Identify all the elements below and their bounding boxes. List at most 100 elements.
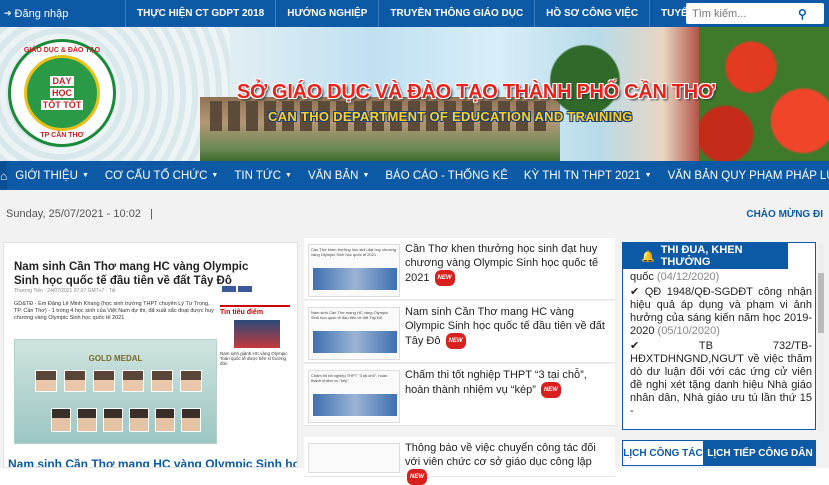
gold-medal-label: GOLD MEDAL [88,354,143,363]
nav-co-cau-to-chuc[interactable]: CƠ CẤU TỔ CHỨC ▼ [97,170,226,182]
nav-label: BÁO CÁO - THỐNG KÊ [385,169,508,182]
news-thumbnail-text: Chấm thi tốt nghiệp THPT "3 tại chỗ", ho… [311,373,388,383]
featured-article-summary: GD&TĐ - Em Đặng Lê Minh Khang (học sinh … [14,301,214,321]
news-thumbnail[interactable]: Nam sinh Cần Thơ mang HC vàng Olympic Si… [308,307,400,360]
logo-text-tot: TỐT TỐT [40,100,84,110]
facebook-share-icon[interactable] [238,286,252,292]
caret-down-icon: ▼ [81,172,89,179]
search-box: ⚲ [686,3,824,24]
top-link-gdpt-2018[interactable]: THỰC HIỆN CT GDPT 2018 [125,0,275,27]
nav-label: CƠ CẤU TỔ CHỨC [104,169,208,182]
featured-side-text: Nam sinh giành HC vàng Olympic Toán quốc… [220,351,288,366]
share-buttons[interactable] [222,286,252,292]
tdkt-title: THI ĐUA, KHEN THƯỞNG [660,244,743,268]
nav-tin-tuc[interactable]: TIN TỨC ▼ [226,170,300,182]
featured-side-image [234,320,280,348]
news-title[interactable]: Thông báo về việc chuyển công tác đối vớ… [405,441,610,485]
news-item[interactable]: Chấm thi tốt nghiệp THPT "3 tại chỗ", ho… [304,364,615,426]
tdkt-item-text: ✔ TB 732/TB-HĐXTDHNGND,NGƯT về việc thăm… [630,340,812,417]
student-photos-row2 [51,408,201,432]
news-title-text: Thông báo về việc chuyển công tác đối vớ… [405,442,596,468]
tdkt-item[interactable]: ✔ QĐ 1948/QĐ-SGDĐT công nhận hiệu quả áp… [630,286,812,338]
tab-lich-tiep-cong-dan[interactable]: LỊCH TIẾP CÔNG DÂN [704,440,816,466]
site-title-en: CAN THO DEPARTMENT OF EDUCATION AND TRAI… [268,109,633,124]
nav-ky-thi-tn-thpt-2021[interactable]: KỲ THI TN THPT 2021 ▼ [516,170,660,182]
news-title-text: Nam sinh Cần Thơ mang HC vàng Olympic Si… [405,306,605,347]
featured-side-heading: Tin tiêu điểm [220,309,264,316]
news-item[interactable]: Thông báo về việc chuyển công tác đối vớ… [304,437,615,485]
featured-side-box: Tin tiêu điểm Nam sinh giành HC vàng Oly… [220,305,290,366]
news-title-text: Cần Thơ khen thưởng học sinh đạt huy chư… [405,243,599,284]
top-bar: ➔ Đăng nhập THỰC HIỆN CT GDPT 2018 HƯỚNG… [0,0,829,27]
header-banner: GIÁO DỤC & ĐÀO TẠO DẠY HỌC TỐT TỐT TP CẦ… [0,27,829,161]
search-icon[interactable]: ⚲ [798,7,807,21]
login-icon: ➔ [4,8,12,18]
search-input[interactable] [686,7,798,20]
top-nav: THỰC HIỆN CT GDPT 2018 HƯỚNG NGHIỆP TRUY… [125,0,747,27]
tdkt-item-date: (04/12/2020) [656,271,720,283]
nav-van-ban-qppl[interactable]: VĂN BẢN QUY PHẠM PHÁP LUẬT▼ [660,170,829,182]
news-item[interactable]: Nam sinh Cần Thơ mang HC vàng Olympic Si… [304,301,615,363]
nav-label: TIN TỨC [234,169,282,182]
login-link[interactable]: ➔ Đăng nhập [0,8,125,20]
featured-article-caption[interactable]: Nam sinh Cần Thơ mang HC vàng Olympic Si… [4,453,297,467]
tdkt-item[interactable]: quốc (04/12/2020) [630,271,812,284]
tdkt-item[interactable]: ✔ TB 732/TB-HĐXTDHNGND,NGƯT về việc thăm… [630,340,812,418]
news-title[interactable]: Chấm thi tốt nghiệp THPT “3 tại chỗ”, ho… [405,368,610,398]
tdkt-list: quốc (04/12/2020) ✔ QĐ 1948/QĐ-SGDĐT côn… [630,271,812,420]
nav-van-ban[interactable]: VĂN BẢN ▼ [300,170,377,182]
nav-label: VĂN BẢN [307,169,359,182]
caret-down-icon: ▼ [285,172,292,179]
featured-gold-medal-image[interactable]: GOLD MEDAL [14,339,217,444]
caret-down-icon: ▼ [362,172,370,179]
nav-label: GIỚI THIỆU [15,169,78,182]
bell-icon: 🔔 [641,250,655,263]
nav-label: VĂN BẢN QUY PHẠM PHÁP LUẬT [667,169,829,182]
logo-ring-top-text: GIÁO DỤC & ĐÀO TẠO [23,47,101,54]
top-link-truyen-thong[interactable]: TRUYỀN THÔNG GIÁO DỤC [378,0,534,27]
top-link-huong-nghiep[interactable]: HƯỚNG NGHIỆP [275,0,378,27]
date-bar: Sunday, 25/07/2021 - 10:02 | CHÀO MỪNG Đ… [0,190,829,238]
site-title-vn: SỞ GIÁO DỤC VÀ ĐÀO TẠO THÀNH PHỐ CẦN THƠ [237,81,715,103]
student-photos-row1 [35,370,202,392]
nav-gioi-thieu[interactable]: GIỚI THIỆU ▼ [7,170,97,182]
nav-label: KỲ THI TN THPT 2021 [523,169,641,182]
main-nav: ⌂ GIỚI THIỆU ▼ CƠ CẤU TỔ CHỨC ▼ TIN TỨC ▼ V… [0,161,829,190]
news-title[interactable]: Cần Thơ khen thưởng học sinh đạt huy chư… [405,242,610,286]
top-link-ho-so-cong-viec[interactable]: HỒ SƠ CÔNG VIỆC [534,0,649,27]
logo-ring-bottom-text: TP CẦN THƠ [40,132,84,139]
tdkt-scrollbar[interactable] [818,243,824,431]
news-thumbnail[interactable]: Chấm thi tốt nghiệp THPT "3 tại chỗ", ho… [308,370,400,423]
logo-emblem: DẠY HỌC TỐT TỐT [24,55,100,131]
new-badge: NEW [434,270,455,286]
logo-text-day: DẠY [50,76,74,86]
news-thumbnail-text: Nam sinh Cần Thơ mang HC vàng Olympic Si… [311,310,389,320]
tab-lich-cong-tac[interactable]: LỊCH CÔNG TÁC [622,440,704,466]
new-badge: NEW [540,382,561,398]
tdkt-box: 🔔 THI ĐUA, KHEN THƯỞNG quốc (04/12/2020)… [622,242,824,431]
news-thumbnail[interactable]: Cần Thơ khen thưởng học sinh đạt huy chư… [308,244,400,297]
news-item[interactable]: Cần Thơ khen thưởng học sinh đạt huy chư… [304,238,615,300]
news-title[interactable]: Nam sinh Cần Thơ mang HC vàng Olympic Si… [405,305,610,349]
nav-bao-cao-thong-ke[interactable]: BÁO CÁO - THỐNG KÊ [377,170,515,182]
date-separator: | [150,208,153,220]
tdkt-item-date: (05/10/2020) [657,325,720,337]
caret-down-icon: ▼ [211,172,219,179]
featured-article-meta: Thương Tiến · 24/07/2021 07:07 GMT+7 · T… [14,288,116,294]
featured-article[interactable]: Nam sinh Cần Thơ mang HC vàng Olympic Si… [3,242,298,468]
featured-article-title[interactable]: Nam sinh Cần Thơ mang HC vàng Olympic Si… [14,260,274,288]
tdkt-item-text: quốc [630,271,654,283]
logo-text-hoc: HỌC [50,88,74,98]
news-thumbnail-text: Cần Thơ khen thưởng học sinh đạt huy chư… [311,247,396,257]
current-date: Sunday, 25/07/2021 - 10:02 | [6,208,153,220]
scrollbar-thumb[interactable] [818,273,824,333]
date-text: Sunday, 25/07/2021 - 10:02 [6,208,141,220]
news-thumbnail[interactable] [308,443,400,473]
facebook-like-icon[interactable] [222,286,236,292]
content-area: Nam sinh Cần Thơ mang HC vàng Olympic Si… [0,238,829,485]
site-logo[interactable]: GIÁO DỤC & ĐÀO TẠO DẠY HỌC TỐT TỐT TP CẦ… [8,39,116,147]
right-sidebar: 🔔 THI ĐUA, KHEN THƯỞNG quốc (04/12/2020)… [622,242,824,468]
home-icon[interactable]: ⌂ [0,161,8,190]
new-badge: NEW [407,469,427,485]
banner-flowers-image [699,27,829,161]
